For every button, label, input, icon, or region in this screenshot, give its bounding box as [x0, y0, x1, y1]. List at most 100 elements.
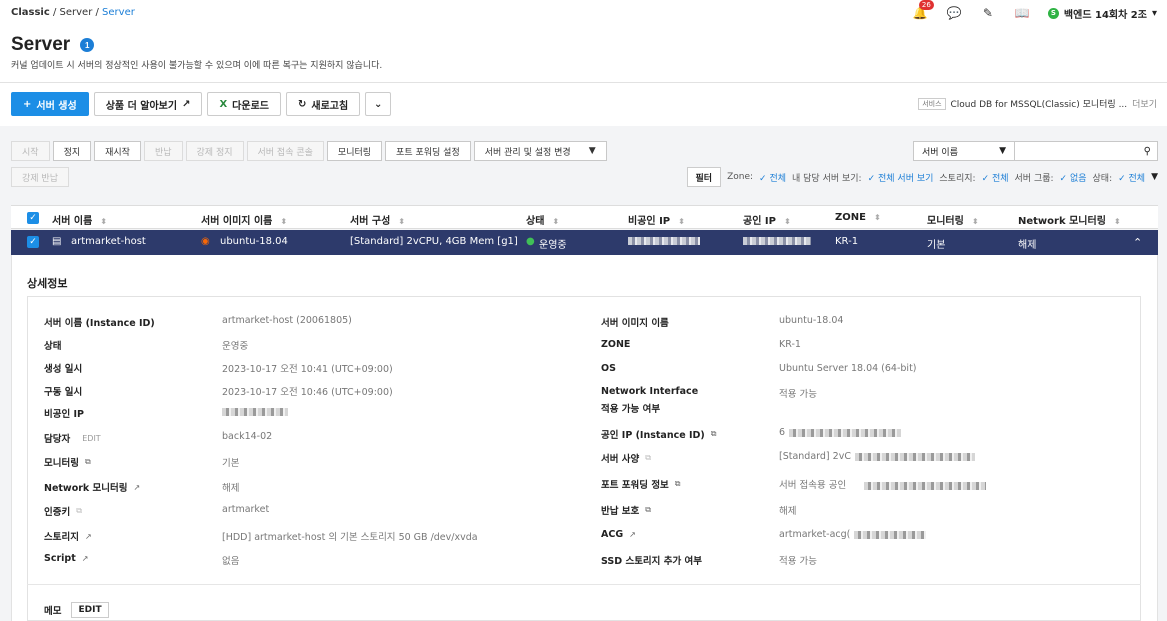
force-stop-button[interactable]: 강제 정지	[185, 141, 244, 161]
search-field-select[interactable]: 서버 이름 ▼	[913, 141, 1015, 161]
col-monitoring[interactable]: 모니터링 ⬍	[927, 212, 979, 227]
search-icon[interactable]: ⚲	[1144, 146, 1151, 157]
value-os: Ubuntu Server 18.04 (64-bit)	[779, 363, 917, 374]
label-state: 상태	[44, 341, 62, 352]
value-ssd: 적용 가능	[779, 556, 817, 567]
table-row[interactable]: ✓ ▤ artmarket-host ◉ ubuntu-18.04 [Stand…	[11, 230, 1158, 255]
chat-icon[interactable]: 💬	[946, 5, 962, 21]
edit-icon[interactable]: ✎	[980, 5, 996, 21]
col-state[interactable]: 상태 ⬍	[526, 212, 559, 227]
filter-storage-value[interactable]: ✓ 전체	[982, 171, 1009, 184]
port-forward-button[interactable]: 포트 포워딩 설정	[385, 141, 471, 161]
external-link-icon[interactable]: ↗	[134, 483, 141, 492]
filter-state-value[interactable]: ✓ 전체	[1118, 171, 1145, 184]
collapse-icon[interactable]: ⌃	[1133, 236, 1142, 249]
copy-icon[interactable]: ⧉	[76, 506, 82, 516]
force-return-button[interactable]: 강제 반납	[11, 167, 69, 187]
action-bar: + 서버 생성 상품 더 알아보기 ↗ X 다운로드 ↻ 새로고침 ⌄	[11, 92, 392, 116]
row-monitoring: 기본	[927, 240, 946, 251]
console-button[interactable]: 서버 접속 콘솔	[246, 141, 324, 161]
create-server-button[interactable]: + 서버 생성	[11, 92, 89, 116]
return-button[interactable]: 반납	[143, 141, 183, 161]
breadcrumb-root[interactable]: Classic	[11, 7, 50, 18]
start-button[interactable]: 시작	[11, 141, 50, 161]
label-port-forward-text: 포트 포워딩 정보	[601, 480, 669, 491]
filter-group-label: 서버 그룹:	[1014, 173, 1054, 184]
service-notice[interactable]: 서비스 Cloud DB for MSSQL(Classic) 모니터링 ...…	[918, 97, 1157, 110]
learn-more-button[interactable]: 상품 더 알아보기 ↗	[93, 92, 203, 116]
value-net-monitoring: 해제	[222, 483, 240, 494]
value-port-forward: 서버 접속용 공인	[779, 477, 987, 491]
filter-button[interactable]: 필터	[686, 167, 722, 187]
filter-zone-label: Zone:	[727, 172, 754, 182]
value-auth-key: artmarket	[222, 504, 270, 515]
copy-icon[interactable]: ⧉	[675, 479, 681, 489]
refresh-icon: ↻	[297, 98, 307, 110]
label-os: OS	[601, 363, 616, 374]
col-net-monitoring[interactable]: Network 모니터링 ⬍	[1018, 212, 1121, 227]
bell-icon[interactable]: 🔔 26	[912, 0, 934, 21]
label-ni-1: Network Interface	[601, 386, 699, 397]
label-private-ip: 비공인 IP	[44, 409, 85, 420]
label-owner: 담당자 EDIT	[44, 431, 101, 446]
search-input[interactable]	[1015, 142, 1144, 160]
sort-icon: ⬍	[398, 217, 405, 226]
label-running: 구동 일시	[44, 387, 83, 398]
server-icon: ▤	[52, 236, 62, 247]
filter-zone-value[interactable]: ✓ 전체	[759, 171, 786, 184]
memo-row: 메모 EDIT	[44, 602, 109, 618]
memo-edit-button[interactable]: EDIT	[71, 602, 109, 618]
copy-icon[interactable]: ⧉	[711, 429, 717, 439]
breadcrumb-mid[interactable]: Server	[60, 7, 93, 18]
col-private-ip[interactable]: 비공인 IP ⬍	[628, 212, 685, 227]
value-image: ubuntu-18.04	[779, 315, 844, 326]
value-public-ip: 6	[779, 427, 902, 438]
value-port-forward-text: 서버 접속용 공인	[779, 480, 847, 491]
notice-more-link[interactable]: 더보기	[1132, 97, 1157, 110]
external-link-icon[interactable]: ↗	[85, 532, 92, 541]
select-all-checkbox[interactable]: ✓	[27, 212, 39, 224]
download-button[interactable]: X 다운로드	[207, 92, 281, 116]
value-return-protect: 해제	[779, 506, 797, 517]
filter-group-value[interactable]: ✓ 없음	[1060, 171, 1087, 184]
value-ni: 적용 가능	[779, 389, 817, 400]
search-input-wrap: ⚲	[1015, 141, 1158, 161]
book-icon[interactable]: 📖	[1014, 5, 1030, 21]
label-script-text: Script	[44, 553, 76, 564]
restart-button[interactable]: 재시작	[94, 141, 141, 161]
copy-icon[interactable]: ⧉	[645, 453, 651, 463]
col-public-ip[interactable]: 공인 IP ⬍	[743, 212, 791, 227]
col-spec[interactable]: 서버 구성 ⬍	[350, 212, 405, 227]
download-label: 다운로드	[232, 100, 269, 112]
col-zone[interactable]: ZONE ⬍	[835, 212, 881, 223]
row-checkbox[interactable]: ✓	[27, 236, 39, 248]
value-spec: [Standard] 2vC	[779, 451, 975, 462]
value-monitoring: 기본	[222, 458, 240, 469]
col-zone-label: ZONE	[835, 212, 866, 223]
label-public-ip-text: 공인 IP (Instance ID)	[601, 430, 705, 441]
refresh-button[interactable]: ↻ 새로고침	[285, 92, 361, 116]
more-actions-button[interactable]: ⌄	[365, 92, 392, 116]
row-state: 운영중	[539, 240, 567, 251]
manage-dropdown[interactable]: 서버 관리 및 설정 변경 ▼	[473, 141, 607, 161]
col-name-label: 서버 이름	[52, 216, 93, 227]
external-link-icon[interactable]: ↗	[82, 554, 89, 563]
user-menu[interactable]: S 백엔드 14회차 2조 ▾	[1047, 6, 1157, 21]
owner-edit-link[interactable]: EDIT	[82, 434, 100, 443]
row-image: ubuntu-18.04	[220, 236, 288, 247]
copy-icon[interactable]: ⧉	[85, 457, 91, 467]
server-toolbar: 시작 정지 재시작 반납 강제 정지 서버 접속 콘솔 모니터링 포트 포워딩 …	[11, 141, 607, 161]
row-private-ip	[628, 236, 700, 247]
monitoring-button[interactable]: 모니터링	[326, 141, 383, 161]
value-storage: [HDD] artmarket-host 의 기본 스토리지 50 GB /de…	[222, 532, 478, 543]
filter-mine-value[interactable]: ✓ 전체 서버 보기	[868, 171, 934, 184]
stop-button[interactable]: 정지	[52, 141, 92, 161]
col-name[interactable]: 서버 이름 ⬍	[52, 212, 107, 227]
chevron-down-icon: ⌄	[373, 98, 383, 110]
ubuntu-icon: ◉	[201, 236, 210, 247]
copy-icon[interactable]: ⧉	[645, 505, 651, 515]
sort-icon: ⬍	[552, 217, 560, 226]
external-link-icon[interactable]: ↗	[629, 530, 636, 539]
caret-down-icon[interactable]: ▼	[1151, 172, 1158, 182]
col-image[interactable]: 서버 이미지 이름 ⬍	[201, 212, 287, 227]
